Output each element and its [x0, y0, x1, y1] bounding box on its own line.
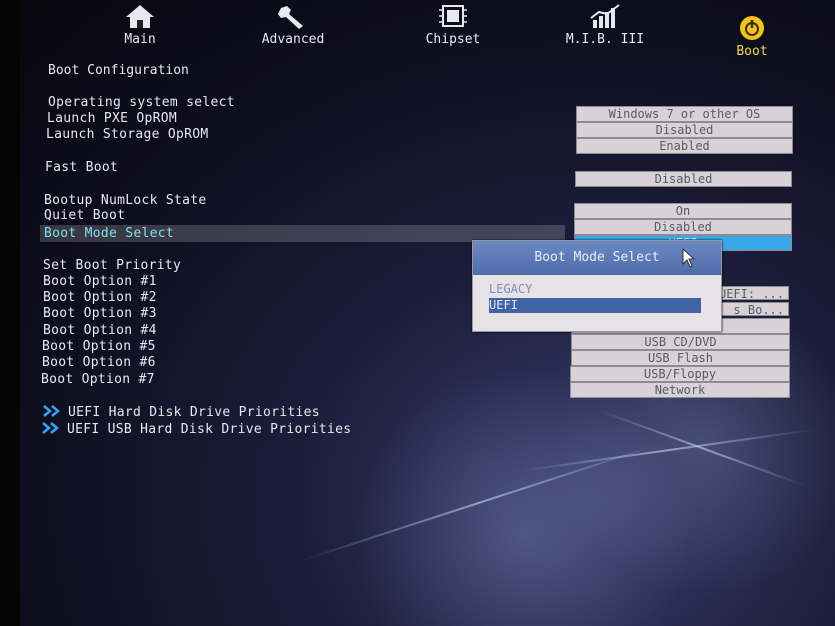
tab-label: Main	[124, 32, 156, 47]
value-fast-boot[interactable]: Disabled	[575, 171, 792, 187]
setting-label-numlock: Bootup NumLock State	[44, 193, 207, 208]
section-title: Boot Configuration	[48, 63, 189, 78]
home-icon	[126, 5, 154, 28]
tab-label: M.I.B. III	[565, 32, 645, 47]
value-pxe-oprom[interactable]: Disabled	[576, 122, 793, 138]
setting-label-os-select: Operating system select	[48, 95, 235, 110]
setting-label-storage-oprom: Launch Storage OpROM	[46, 127, 209, 142]
submenu-uefi-hdd-priorities[interactable]: UEFI Hard Disk Drive Priorities	[68, 405, 320, 420]
boot-option-label: Boot Option #4	[43, 323, 157, 338]
chart-icon	[590, 4, 620, 28]
double-chevron-icon	[43, 405, 60, 417]
setting-label-pxe-oprom: Launch PXE OpROM	[47, 111, 178, 126]
mouse-cursor-icon	[682, 248, 696, 268]
chip-icon	[439, 5, 467, 27]
boot-option-label: Boot Option #7	[41, 372, 155, 387]
popup-option-uefi[interactable]: UEFI	[489, 298, 701, 313]
setting-label-boot-mode: Boot Mode Select	[44, 226, 175, 241]
boot-option-value[interactable]: USB Flash	[571, 350, 790, 366]
tab-bar: Main Advanced Chipset M.I.B. III Boot	[90, 2, 805, 60]
tab-chipset[interactable]: Chipset	[418, 2, 488, 47]
tab-mib[interactable]: M.I.B. III	[555, 2, 655, 47]
power-icon	[740, 16, 764, 40]
tab-advanced[interactable]: Advanced	[250, 2, 336, 47]
tab-boot[interactable]: Boot	[722, 14, 782, 59]
boot-option-label: Boot Option #1	[43, 274, 157, 289]
boot-priority-title: Set Boot Priority	[43, 258, 182, 273]
boot-option-label: Boot Option #5	[42, 339, 156, 354]
value-numlock[interactable]: On	[574, 203, 792, 219]
wrench-icon	[278, 6, 303, 29]
value-os-select[interactable]: Windows 7 or other OS	[576, 106, 793, 122]
boot-option-label: Boot Option #3	[43, 306, 157, 321]
double-chevron-icon	[42, 422, 59, 434]
setting-label-fast-boot: Fast Boot	[45, 160, 119, 175]
monitor-bezel	[0, 0, 20, 626]
tab-main[interactable]: Main	[110, 2, 170, 47]
boot-option-value[interactable]: Network	[570, 382, 790, 398]
value-storage-oprom[interactable]: Enabled	[576, 138, 793, 154]
tab-label: Chipset	[425, 32, 481, 47]
boot-option-value[interactable]: USB CD/DVD	[571, 334, 790, 350]
tab-label: Boot	[736, 44, 768, 59]
boot-option-label: Boot Option #2	[43, 290, 157, 305]
boot-option-label: Boot Option #6	[42, 355, 156, 370]
setting-label-quiet-boot: Quiet Boot	[44, 208, 126, 223]
submenu-uefi-usb-hdd-priorities[interactable]: UEFI USB Hard Disk Drive Priorities	[67, 422, 351, 437]
tab-label: Advanced	[261, 32, 325, 47]
popup-option-legacy[interactable]: LEGACY	[489, 282, 532, 296]
boot-option-value[interactable]: USB/Floppy	[570, 366, 790, 382]
value-quiet-boot[interactable]: Disabled	[574, 219, 792, 235]
